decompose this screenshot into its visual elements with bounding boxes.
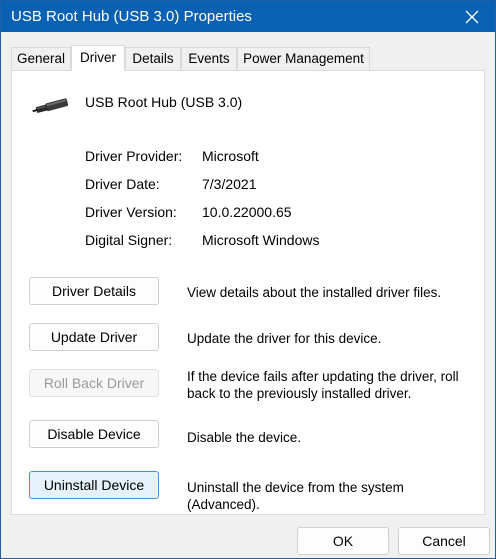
tab-events[interactable]: Events xyxy=(181,47,237,69)
roll-back-driver-button: Roll Back Driver xyxy=(29,369,159,397)
disable-device-description: Disable the device. xyxy=(187,430,302,445)
properties-dialog: USB Root Hub (USB 3.0) Properties Genera… xyxy=(0,0,496,559)
disable-device-button[interactable]: Disable Device xyxy=(29,420,159,448)
update-driver-description: Update the driver for this device. xyxy=(187,331,382,346)
ok-button[interactable]: OK xyxy=(297,527,389,555)
close-icon xyxy=(465,10,479,23)
driver-details-button[interactable]: Driver Details xyxy=(29,277,159,305)
cancel-button[interactable]: Cancel xyxy=(398,527,490,555)
update-driver-button[interactable]: Update Driver xyxy=(29,323,159,351)
driver-date-value: 7/3/2021 xyxy=(202,176,257,192)
tab-driver[interactable]: Driver xyxy=(71,45,125,71)
digital-signer-value: Microsoft Windows xyxy=(202,232,320,248)
driver-date-label: Driver Date: xyxy=(85,176,160,192)
driver-tab-panel: USB Root Hub (USB 3.0) Driver Provider: … xyxy=(11,70,485,515)
title-bar: USB Root Hub (USB 3.0) Properties xyxy=(1,1,495,32)
driver-provider-label: Driver Provider: xyxy=(85,148,183,164)
driver-details-description: View details about the installed driver … xyxy=(187,285,442,300)
roll-back-driver-description: If the device fails after updating the d… xyxy=(187,369,459,401)
close-button[interactable] xyxy=(449,1,495,32)
uninstall-device-button[interactable]: Uninstall Device xyxy=(29,471,159,499)
driver-provider-value: Microsoft xyxy=(202,148,259,164)
window-title: USB Root Hub (USB 3.0) Properties xyxy=(11,8,252,25)
tab-power-management[interactable]: Power Management xyxy=(237,47,370,69)
uninstall-device-description: Uninstall the device from the system (Ad… xyxy=(187,480,404,512)
tab-details[interactable]: Details xyxy=(125,47,181,69)
tab-general[interactable]: General xyxy=(11,47,71,69)
usb-plug-icon xyxy=(32,91,72,121)
driver-version-label: Driver Version: xyxy=(85,204,177,220)
driver-version-value: 10.0.22000.65 xyxy=(202,204,292,220)
device-name: USB Root Hub (USB 3.0) xyxy=(85,94,243,110)
digital-signer-label: Digital Signer: xyxy=(85,232,173,248)
